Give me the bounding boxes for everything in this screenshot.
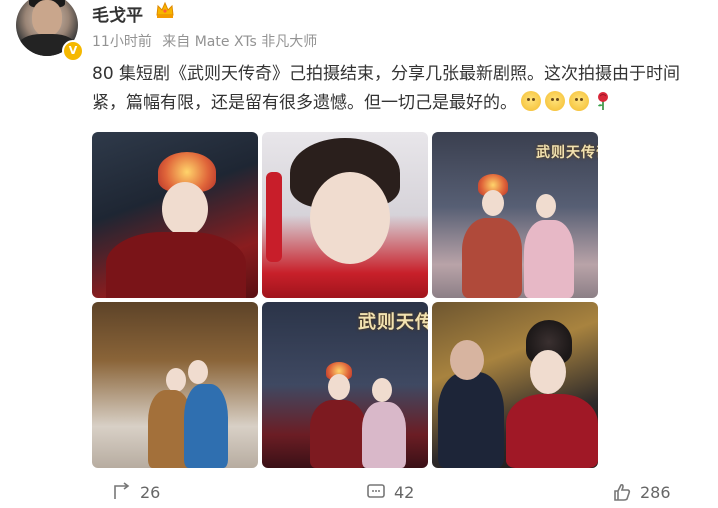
photo-1[interactable] [92,132,258,298]
thumbs-up-icon [614,483,631,501]
action-bar: 26 42 286 [0,478,718,508]
avatar-face [32,0,62,36]
comment-button[interactable]: 42 [366,482,414,502]
photo-6[interactable] [432,302,598,468]
post-text: 80 集短剧《武则天传奇》己拍摄结束，分享几张最新剧照。这次拍摄由于时间 紧，篇… [92,60,718,118]
actor-robe [506,394,598,468]
verified-badge-icon: V [62,40,84,62]
repost-button[interactable]: 26 [112,482,160,502]
smile-emoji-icon [569,91,589,111]
post-text-line-2: 紧，篇幅有限，还是留有很多遗憾。但一切己是最好的。 [92,89,718,118]
actor-face [310,172,390,264]
attendant-face [188,360,208,384]
smile-emoji-icon [521,91,541,111]
attendant-robe [184,384,228,468]
makeup-artist-face [450,340,484,380]
comment-count: 42 [394,483,415,502]
like-button[interactable]: 286 [612,482,671,502]
actor-robe [310,400,366,468]
post-text-line-2-content: 紧，篇幅有限，还是留有很多遗憾。但一切己是最好的。 [92,93,517,113]
actor-robe [106,232,246,298]
username[interactable]: 毛戈平 [92,1,143,26]
photo-2[interactable] [262,132,428,298]
comment-icon [367,484,385,498]
post-text-line-1: 80 集短剧《武则天传奇》己拍摄结束，分享几张最新剧照。这次拍摄由于时间 [92,64,681,84]
actor-robe [462,218,522,298]
photo-5[interactable]: 武则天传奇 [262,302,428,468]
crown-icon [156,1,174,18]
rose-emoji-icon [598,92,608,110]
post-meta: 11小时前 来自 Mate XTs 非凡大师 [92,31,323,51]
attendant-robe [524,220,574,298]
smile-emoji-icon [545,91,565,111]
post-source[interactable]: 来自 Mate XTs 非凡大师 [162,34,317,50]
drama-title-art: 武则天传奇 [358,312,428,333]
like-count: 286 [640,483,671,502]
photo-grid: 武则天传奇 武则天传奇 [92,132,598,468]
actor-face [162,182,208,236]
actor-face [166,368,186,392]
drama-title-art: 武则天传奇 [536,145,598,161]
red-tassel [266,172,282,262]
makeup-artist [438,372,504,468]
post-time[interactable]: 11小时前 [92,34,152,50]
repost-icon [114,482,130,499]
photo-3[interactable]: 武则天传奇 [432,132,598,298]
attendant-face [372,378,392,402]
attendant-face [536,194,556,218]
attendant-robe [362,402,406,468]
actor-face [530,350,566,394]
photo-4[interactable] [92,302,258,468]
repost-count: 26 [140,483,161,502]
actor-face [328,374,350,400]
actor-face [482,190,504,216]
